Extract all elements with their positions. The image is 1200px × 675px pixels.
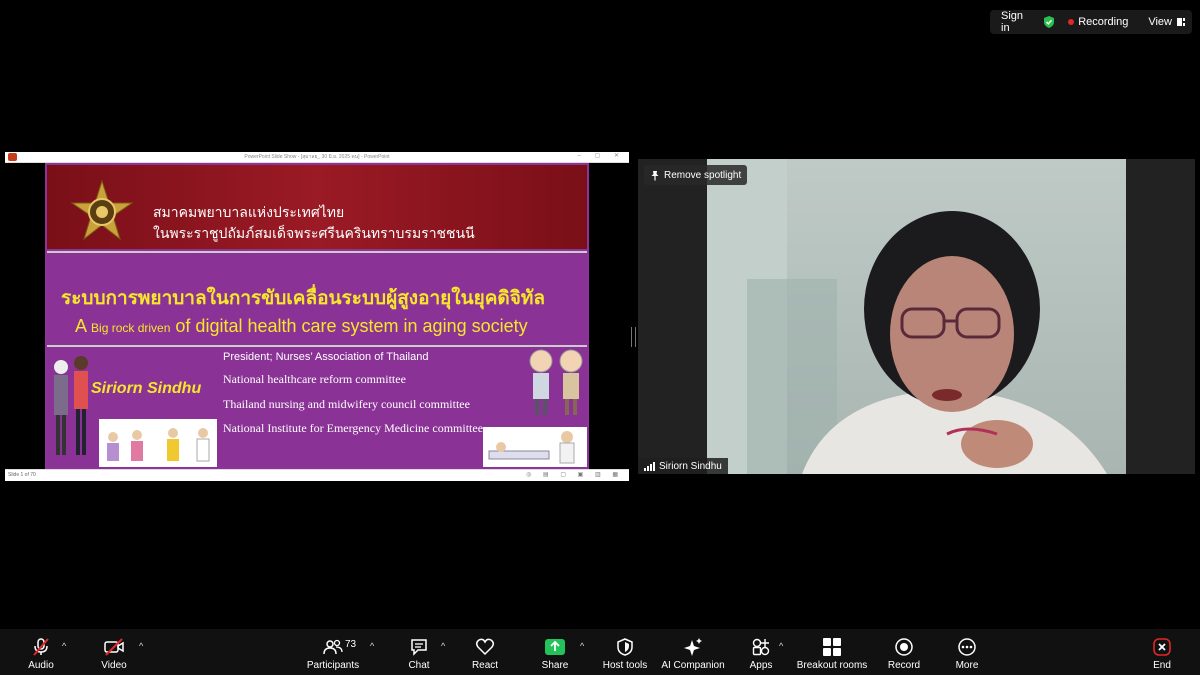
slide-title-band: ระบบการพยาบาลในการขับเคลื่อนระบบผู้สูงอา… <box>47 251 587 347</box>
ai-companion-button[interactable]: AI Companion <box>660 629 726 675</box>
participant-name: Siriorn Sindhu <box>659 460 722 472</box>
participants-label: Participants <box>306 660 360 671</box>
elderly-care-photo <box>99 419 217 467</box>
pin-icon <box>651 170 659 180</box>
ai-companion-label: AI Companion <box>661 660 725 671</box>
slideshow-status-bar: Slide 1 of 70 ◎ ▤ ▢ ▣ ▥ ▦ <box>5 469 629 481</box>
microphone-muted-icon <box>30 637 52 657</box>
speaker-role-4: National Institute for Emergency Medicin… <box>223 421 484 435</box>
recording-indicator[interactable]: Recording <box>1062 10 1134 34</box>
more-label: More <box>955 660 979 671</box>
chat-label: Chat <box>408 660 430 671</box>
view-button[interactable]: View <box>1142 10 1192 34</box>
end-meeting-button[interactable]: End <box>1146 629 1178 675</box>
breakout-rooms-icon <box>821 637 843 657</box>
audio-options-chevron-icon[interactable]: ^ <box>62 641 66 651</box>
hospital-bed-illustration <box>483 427 587 467</box>
title-en-a: A <box>75 316 87 336</box>
breakout-rooms-label: Breakout rooms <box>796 660 868 671</box>
more-icon <box>956 637 978 657</box>
host-tools-shield-icon <box>614 637 636 657</box>
chat-options-chevron-icon[interactable]: ^ <box>441 641 445 651</box>
meeting-controls-toolbar: Audio ^ Video ^ Participants 73 ^ Chat ^… <box>0 629 1200 675</box>
title-en-rest: of digital health care system in aging s… <box>175 316 528 336</box>
share-button[interactable]: Share <box>538 629 572 675</box>
slide-speaker-band: Siriorn Sindhu President; Nurses’ Associ… <box>47 347 587 467</box>
record-label: Record <box>887 660 921 671</box>
host-tools-button[interactable]: Host tools <box>601 629 649 675</box>
slideshow-view-icons[interactable]: ◎ ▤ ▢ ▣ ▥ ▦ <box>526 471 623 478</box>
react-button[interactable]: React <box>469 629 501 675</box>
heart-icon <box>474 637 496 657</box>
elderly-couple-illustration <box>529 349 583 415</box>
sign-in-label: Sign in <box>1001 10 1024 34</box>
end-close-icon <box>1151 637 1173 657</box>
view-layout-icon <box>1177 18 1185 26</box>
top-meeting-bar: Sign in Recording View <box>990 10 1192 34</box>
slide-title-thai: ระบบการพยาบาลในการขับเคลื่อนระบบผู้สูงอา… <box>61 287 546 309</box>
host-tools-label: Host tools <box>602 660 648 671</box>
remove-spotlight-label: Remove spotlight <box>664 169 742 181</box>
record-button[interactable]: Record <box>886 629 922 675</box>
more-button[interactable]: More <box>951 629 983 675</box>
audio-label: Audio <box>28 660 54 671</box>
react-label: React <box>471 660 499 671</box>
association-name-line2: ในพระราชูปถัมภ์สมเด็จพระศรีนครินทราบรมรา… <box>153 226 475 242</box>
video-panel: Remove spotlight Siriorn Sindhu <box>638 159 1195 474</box>
remove-spotlight-button[interactable]: Remove spotlight <box>644 165 748 185</box>
participants-icon <box>322 637 344 657</box>
slide-title-english: A Big rock driven of digital health care… <box>75 316 528 337</box>
camera-off-icon <box>103 637 125 657</box>
apps-label: Apps <box>749 660 773 671</box>
association-name-line1: สมาคมพยาบาลแห่งประเทศไทย <box>153 205 345 221</box>
shared-screen[interactable]: PowerPoint Slide Show - [สุมาลย_ 30 มิ.ย… <box>5 152 629 481</box>
video-options-chevron-icon[interactable]: ^ <box>139 641 143 651</box>
speaker-name: Siriorn Sindhu <box>91 380 202 397</box>
nurse-elderly-illustration <box>54 356 88 455</box>
share-options-chevron-icon[interactable]: ^ <box>580 641 584 651</box>
connection-signal-icon <box>644 461 655 471</box>
participant-video-feed <box>707 159 1107 474</box>
video-button[interactable]: Video <box>98 629 130 675</box>
ai-sparkle-icon <box>682 637 704 657</box>
end-label: End <box>1153 660 1171 671</box>
slide-indicator: Slide 1 of 70 <box>8 472 36 478</box>
title-en-small: Big rock driven <box>91 321 171 335</box>
participants-button[interactable]: Participants <box>305 629 361 675</box>
security-shield-icon[interactable] <box>1036 10 1062 34</box>
record-icon <box>893 637 915 657</box>
participants-count: 73 <box>345 639 357 650</box>
speaker-role-1: President; Nurses’ Association of Thaila… <box>223 351 429 363</box>
slide-header-band: สมาคมพยาบาลแห่งประเทศไทย ในพระราชูปถัมภ์… <box>47 165 587 249</box>
shared-window-title: PowerPoint Slide Show - [สุมาลย_ 30 มิ.ย… <box>244 154 390 160</box>
presentation-slide: สมาคมพยาบาลแห่งประเทศไทย ในพระราชูปถัมภ์… <box>45 163 589 469</box>
window-controls-icon: – ▢ ✕ <box>577 153 625 159</box>
video-label: Video <box>101 660 127 671</box>
speaker-role-3: Thailand nursing and midwifery council c… <box>223 397 470 411</box>
breakout-rooms-button[interactable]: Breakout rooms <box>797 629 867 675</box>
slide-viewport: สมาคมพยาบาลแห่งประเทศไทย ในพระราชูปถัมภ์… <box>5 163 629 469</box>
apps-options-chevron-icon[interactable]: ^ <box>779 641 783 651</box>
apps-icon <box>750 637 772 657</box>
participant-video[interactable] <box>707 159 1126 474</box>
share-label: Share <box>541 660 569 671</box>
audio-button[interactable]: Audio <box>20 629 62 675</box>
association-emblem-icon <box>70 179 134 241</box>
shared-window-titlebar: PowerPoint Slide Show - [สุมาลย_ 30 มิ.ย… <box>5 152 629 163</box>
speaker-role-2: National healthcare reform committee <box>223 372 406 386</box>
recording-label: Recording <box>1078 16 1129 28</box>
chat-button[interactable]: Chat <box>403 629 435 675</box>
apps-button[interactable]: Apps <box>747 629 775 675</box>
chat-icon <box>408 637 430 657</box>
share-screen-icon <box>544 637 566 657</box>
view-label: View <box>1148 16 1172 28</box>
record-dot-icon <box>1068 19 1075 25</box>
participants-options-chevron-icon[interactable]: ^ <box>370 641 374 651</box>
participant-name-tag: Siriorn Sindhu <box>638 458 728 474</box>
sign-in-button[interactable]: Sign in <box>995 10 1036 34</box>
panel-resize-handle[interactable] <box>631 327 636 347</box>
